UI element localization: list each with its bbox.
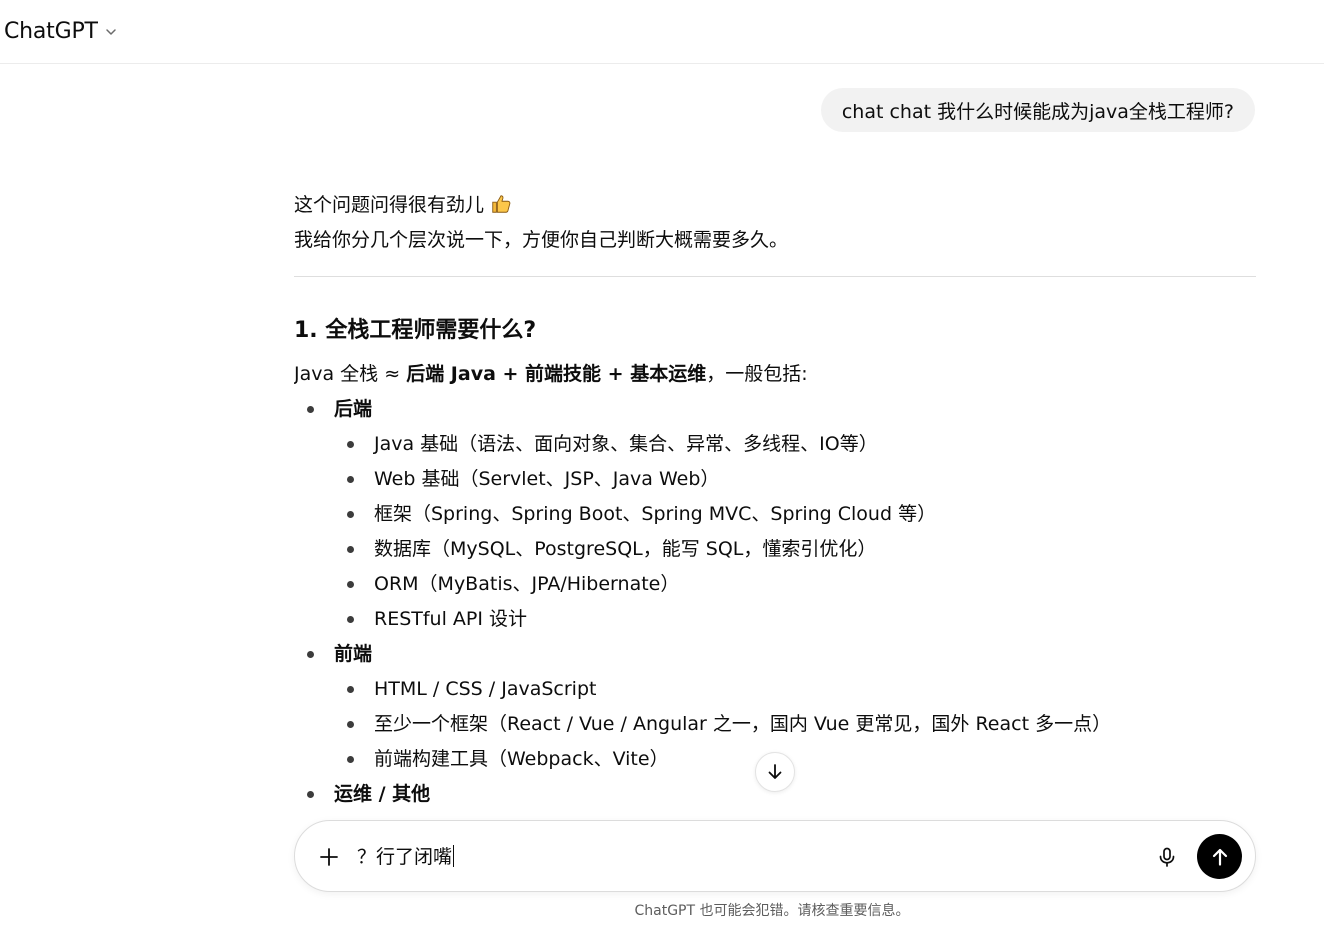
model-name: ChatGPT — [4, 18, 98, 44]
intro-prefix: Java 全栈 ≈ — [294, 363, 407, 385]
sub-list: Java 基础（语法、面向对象、集合、异常、多线程、IO等） Web 基础（Se… — [334, 427, 1256, 637]
message-composer[interactable]: ？行了闭嘴 — [294, 820, 1256, 892]
top-bar: ChatGPT — [0, 0, 1324, 64]
section-heading: 1. 全栈工程师需要什么? — [294, 318, 537, 343]
attach-button[interactable] — [315, 843, 343, 871]
thumbs-up-icon — [492, 195, 511, 213]
disclaimer-text: ChatGPT 也可能会犯错。请核查重要信息。 — [634, 903, 910, 919]
list-item: 框架（Spring、Spring Boot、Spring MVC、Spring … — [334, 497, 1256, 532]
group-title-frontend: 前端 — [334, 637, 1256, 672]
text-caret — [453, 845, 455, 867]
divider — [294, 276, 1256, 277]
chevron-down-icon — [106, 29, 116, 35]
user-message-bubble: chat chat 我什么时候能成为java全栈工程师? — [820, 88, 1255, 132]
intro-suffix: ，一般包括: — [706, 363, 808, 385]
group-title-backend: 后端 — [334, 392, 1256, 427]
microphone-icon — [1159, 847, 1175, 867]
list-item: 前端构建工具（Webpack、Vite） — [334, 742, 1256, 777]
opening-text: 这个问题问得很有劲儿 — [294, 194, 485, 216]
group-title-ops: 运维 / 其他 — [334, 777, 1256, 812]
arrow-up-icon — [1212, 848, 1227, 866]
list-item: HTML / CSS / JavaScript — [334, 672, 1256, 707]
assistant-opening-line-1: 这个问题问得很有劲儿 — [294, 188, 1256, 223]
assistant-opening-line-2: 我给你分几个层次说一下，方便你自己判断大概需要多久。 — [294, 229, 789, 251]
message-input-value: ？行了闭嘴 — [357, 846, 453, 868]
send-button[interactable] — [1197, 834, 1242, 879]
section-intro: Java 全栈 ≈ 后端 Java + 前端技能 + 基本运维，一般包括: — [294, 357, 1256, 392]
user-message-text: chat chat 我什么时候能成为java全栈工程师? — [841, 100, 1234, 123]
message-input[interactable]: ？行了闭嘴 — [357, 840, 455, 874]
sub-list: HTML / CSS / JavaScript 至少一个框架（React / V… — [334, 672, 1256, 777]
intro-bold: 后端 Java + 前端技能 + 基本运维 — [406, 363, 707, 385]
list-item: Web 基础（Servlet、JSP、Java Web） — [334, 462, 1256, 497]
scroll-to-bottom-button[interactable] — [755, 752, 795, 792]
list-item: 数据库（MySQL、PostgreSQL，能写 SQL，懂索引优化） — [334, 532, 1256, 567]
voice-input-button[interactable] — [1153, 843, 1181, 871]
list-item: ORM（MyBatis、JPA/Hibernate） — [334, 567, 1256, 602]
plus-icon — [320, 848, 338, 866]
topic-list: 后端 Java 基础（语法、面向对象、集合、异常、多线程、IO等） Web 基础… — [294, 392, 1256, 812]
assistant-message: 这个问题问得很有劲儿 我给你分几个层次说一下，方便你自己判断大概需要多久。 1.… — [294, 188, 1256, 822]
arrow-down-icon — [768, 764, 782, 779]
list-item: RESTful API 设计 — [334, 602, 1256, 637]
list-item: 至少一个框架（React / Vue / Angular 之一，国内 Vue 更… — [334, 707, 1256, 742]
model-switcher[interactable]: ChatGPT — [4, 16, 118, 46]
list-item: 后端 Java 基础（语法、面向对象、集合、异常、多线程、IO等） Web 基础… — [294, 392, 1256, 637]
list-item: Java 基础（语法、面向对象、集合、异常、多线程、IO等） — [334, 427, 1256, 462]
